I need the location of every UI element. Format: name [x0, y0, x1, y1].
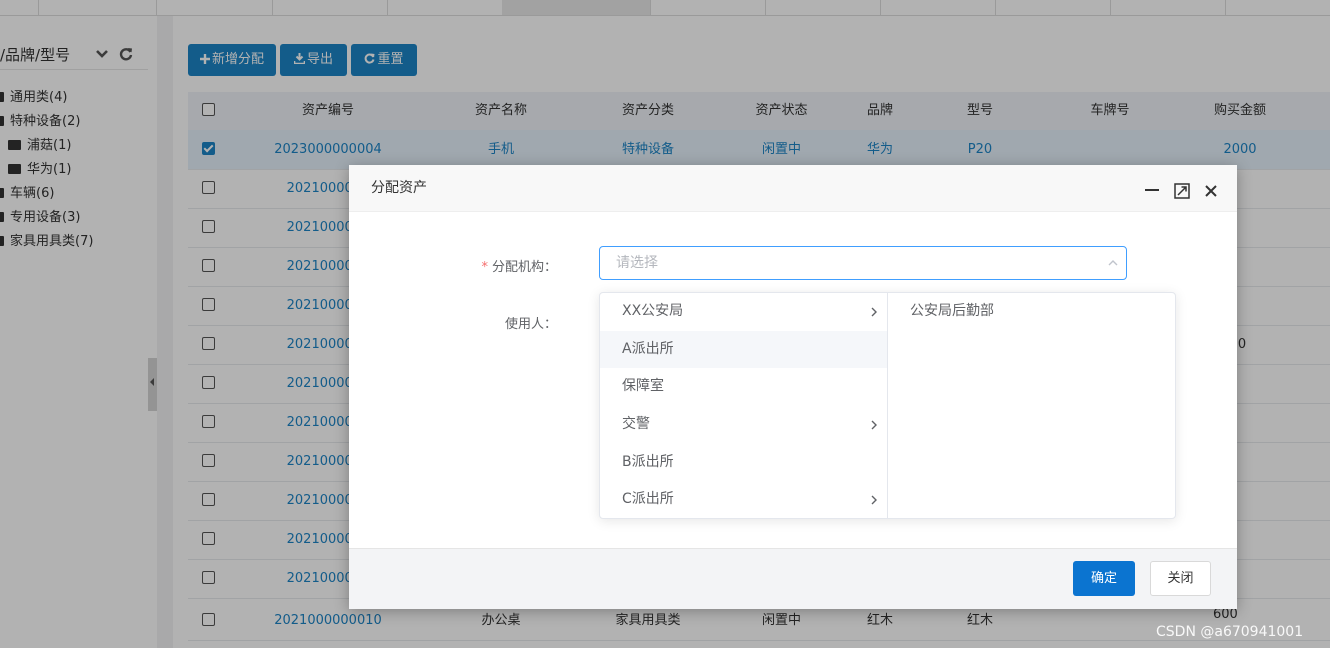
cascader-column-2: 公安局后勤部: [888, 293, 1175, 518]
cascader-option-hover[interactable]: A派出所: [600, 331, 887, 368]
confirm-button[interactable]: 确定: [1073, 561, 1135, 596]
cascader-option[interactable]: XX公安局: [600, 293, 887, 330]
minimize-icon[interactable]: [1145, 189, 1159, 193]
user-label: 使用人：: [504, 317, 557, 332]
cascader-option[interactable]: C派出所: [600, 481, 887, 518]
close-icon[interactable]: [1205, 185, 1217, 197]
chevron-right-icon: [871, 307, 877, 317]
cascader-option[interactable]: 交警: [600, 406, 887, 443]
org-cascader-dropdown: XX公安局 A派出所 保障室 交警 B派出所 C派出所 公安局后勤部: [599, 292, 1176, 519]
org-label: * 分配机构：: [481, 260, 557, 275]
allocate-asset-dialog: 分配资产 *分配机构： 请选择 使用人： XX公安局 A派出所 保障室 交警: [349, 165, 1237, 609]
dialog-footer: 确定 关闭: [349, 548, 1237, 609]
cascader-option[interactable]: B派出所: [600, 444, 887, 481]
chevron-up-icon: [1108, 260, 1118, 266]
org-select[interactable]: 请选择: [599, 246, 1127, 280]
close-button[interactable]: 关闭: [1150, 561, 1211, 596]
dialog-title: 分配资产: [371, 180, 427, 196]
cascader-option[interactable]: 公安局后勤部: [888, 293, 1175, 330]
required-mark: *: [481, 260, 488, 275]
maximize-icon[interactable]: [1174, 183, 1190, 199]
dialog-header: 分配资产: [349, 165, 1237, 212]
chevron-right-icon: [871, 495, 877, 505]
chevron-right-icon: [871, 420, 877, 430]
watermark: CSDN @a670941001: [1156, 624, 1304, 640]
org-select-placeholder: 请选择: [616, 255, 658, 271]
cascader-option[interactable]: 保障室: [600, 368, 887, 405]
cascader-column-1: XX公安局 A派出所 保障室 交警 B派出所 C派出所: [600, 293, 888, 518]
